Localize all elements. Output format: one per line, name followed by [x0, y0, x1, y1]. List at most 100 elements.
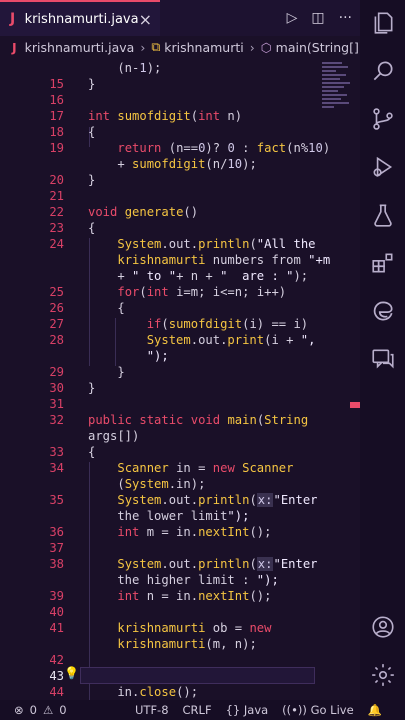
language-label: Java [243, 703, 269, 717]
line-number: 28 [49, 333, 64, 347]
code-line[interactable]: 21 [0, 188, 350, 204]
code-line[interactable]: 24 System.out.println("All the [0, 236, 350, 252]
split-editor-icon[interactable]: ◫ [311, 10, 324, 26]
code-line[interactable]: 25 for(int i=m; i<=n; i++) [0, 284, 350, 300]
code-text: } [88, 381, 96, 395]
code-line[interactable]: 35 System.out.println(x:"Enter [0, 492, 350, 508]
line-number: 26 [49, 301, 64, 315]
line-ending[interactable]: CRLF [183, 703, 212, 717]
code-line[interactable]: 38 System.out.println(x:"Enter [0, 556, 350, 572]
run-icon[interactable]: ▷ [287, 10, 298, 26]
code-line[interactable]: 26 { [0, 300, 350, 316]
code-line[interactable]: 29 } [0, 364, 350, 380]
account-icon[interactable] [370, 614, 396, 640]
lightbulb-icon[interactable]: 💡 [64, 666, 79, 680]
code-text: int sumofdigit(int n) [88, 109, 243, 123]
code-text: } [88, 77, 96, 91]
code-line[interactable]: 39 int n = in.nextInt(); [0, 588, 350, 604]
code-line[interactable]: 32 public static void main(String [0, 412, 350, 428]
line-number: 22 [49, 205, 64, 219]
breadcrumb-file[interactable]: krishnamurti.java [25, 40, 135, 55]
method-icon: ⬡ [260, 39, 272, 55]
code-line[interactable]: krishnamurti numbers from "+m [0, 252, 350, 268]
code-line[interactable]: 22 void generate() [0, 204, 350, 220]
code-line[interactable]: 33 { [0, 444, 350, 460]
code-line[interactable]: (n-1); [0, 60, 350, 76]
line-number: 25 [49, 285, 64, 299]
line-number: 38 [49, 557, 64, 571]
language-mode[interactable]: {} Java [226, 703, 269, 717]
code-line[interactable]: the higher limit : "); [0, 572, 350, 588]
code-line[interactable]: 41 krishnamurti ob = new [0, 620, 350, 636]
code-line[interactable]: 15} [0, 76, 350, 92]
more-actions-icon[interactable]: ··· [339, 10, 352, 26]
line-number: 43 [49, 669, 64, 683]
encoding[interactable]: UTF-8 [135, 703, 169, 717]
scrollbar-cursor-marker[interactable] [350, 402, 360, 408]
files-icon[interactable] [370, 10, 396, 36]
code-line[interactable]: + " to "+ n + " are : "); [0, 268, 350, 284]
source-control-icon[interactable] [370, 106, 396, 132]
problems-indicator[interactable]: ⊗ 0 ⚠ 0 [14, 703, 67, 717]
search-icon[interactable] [370, 58, 396, 84]
tab-krishnamurti-java[interactable]: J krishnamurti.java × [0, 0, 160, 36]
line-number: 39 [49, 589, 64, 603]
code-editor[interactable]: (n-1); 15} 16 17 int sumofdigit(int n) 18{19 … [0, 58, 350, 700]
code-text: { [88, 445, 96, 459]
code-line[interactable]: (System.in); [0, 476, 350, 492]
code-line[interactable]: 28 System.out.print(i + ", [0, 332, 350, 348]
code-line[interactable]: 30} [0, 380, 350, 396]
code-line[interactable]: 40 [0, 604, 350, 620]
code-line[interactable]: 31 [0, 396, 350, 412]
code-line[interactable]: 18 { [0, 124, 350, 140]
code-text: krishnamurti ob = new [117, 621, 272, 635]
code-line[interactable]: 19 return (n==0)? 0 : fact(n%10) [0, 140, 350, 156]
breadcrumb-class[interactable]: krishnamurti [164, 40, 243, 55]
code-line[interactable]: 27 if(sumofdigit(i) == i) [0, 316, 350, 332]
line-number: 19 [49, 141, 64, 155]
line-number: 30 [49, 381, 64, 395]
code-text: System.out.println(x:"Enter [117, 557, 318, 571]
code-line[interactable]: 17 int sumofdigit(int n) [0, 108, 350, 124]
line-number: 41 [49, 621, 64, 635]
breadcrumb-method[interactable]: main(String[]) [276, 40, 360, 55]
code-line[interactable]: 36 int m = in.nextInt(); [0, 524, 350, 540]
line-number: 21 [49, 189, 64, 203]
code-line[interactable]: 37 [0, 540, 350, 556]
code-text: + sumofdigit(n/10); [88, 157, 257, 171]
code-line[interactable]: 42 [0, 652, 350, 668]
notifications-icon[interactable]: 🔔 [368, 703, 382, 717]
settings-gear-icon[interactable] [370, 662, 396, 688]
code-line[interactable]: "); [0, 348, 350, 364]
extensions-icon[interactable] [370, 250, 396, 276]
golive-button[interactable]: ((•)) Go Live [282, 703, 353, 717]
run-debug-icon[interactable] [370, 154, 396, 180]
line-number: 42 [49, 653, 64, 667]
code-text: if(sumofdigit(i) == i) [146, 317, 309, 331]
status-bar: ⊗ 0 ⚠ 0 UTF-8 CRLF {} Java ((•)) Go Live… [0, 700, 405, 720]
chat-icon[interactable] [370, 346, 396, 372]
code-line[interactable]: 34 Scanner in = new Scanner [0, 460, 350, 476]
code-line[interactable]: 16 [0, 92, 350, 108]
chevron-right-icon: › [140, 39, 146, 55]
code-line[interactable]: args[]) [0, 428, 350, 444]
code-line[interactable]: krishnamurti(m, n); [0, 636, 350, 652]
line-number: 27 [49, 317, 64, 331]
minimap[interactable] [322, 62, 352, 122]
line-number: 35 [49, 493, 64, 507]
code-text: (System.in); [88, 477, 206, 491]
error-icon: ⊗ [14, 703, 24, 717]
testing-icon[interactable] [370, 202, 396, 228]
code-line[interactable]: the lower limit"); [0, 508, 350, 524]
line-number: 34 [49, 461, 64, 475]
line-number: 37 [49, 541, 64, 555]
error-count: 0 [29, 703, 37, 717]
code-line[interactable]: 20} [0, 172, 350, 188]
close-icon[interactable]: × [139, 10, 152, 29]
code-text: System.out.print(i + ", [146, 333, 316, 347]
code-line[interactable]: 44 in.close(); [0, 684, 350, 700]
edge-icon[interactable] [370, 298, 396, 324]
code-line[interactable]: 23 { [0, 220, 350, 236]
line-number: 16 [49, 93, 64, 107]
code-line[interactable]: + sumofdigit(n/10); [0, 156, 350, 172]
